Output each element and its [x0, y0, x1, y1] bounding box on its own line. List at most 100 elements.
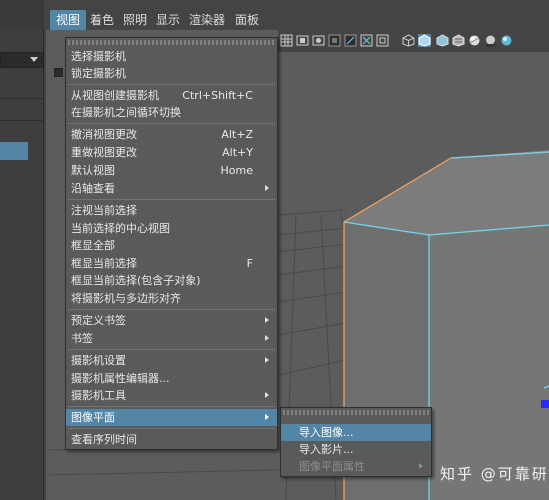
menu-item-camera-tools[interactable]: 摄影机工具 [66, 387, 277, 404]
menu-item-default-view[interactable]: 默认视图 Home [66, 162, 277, 179]
menu-panels[interactable]: 面板 [229, 10, 265, 30]
menu-item-label: 摄影机属性编辑器... [71, 372, 170, 385]
menu-item-label: 框显全部 [71, 239, 115, 252]
menu-item-label: 撤消视图更改 [71, 128, 137, 141]
menu-item-lock-camera[interactable]: 锁定摄影机 [66, 65, 277, 82]
menu-item-label: 书签 [71, 332, 93, 345]
menu-item-label: 注视当前选择 [71, 204, 137, 217]
left-panel-header [0, 0, 44, 30]
menu-separator [68, 406, 275, 407]
menu-renderer[interactable]: 渲染器 [183, 10, 231, 30]
menu-item-label: 查看序列时间 [71, 433, 137, 446]
shortcut-label: Alt+Z [221, 128, 253, 141]
menu-show[interactable]: 显示 [150, 10, 186, 30]
menu-item-view-along-axis[interactable]: 沿轴查看 [66, 180, 277, 197]
menu-item-align-camera-to-polygon[interactable]: 将摄影机与多边形对齐 [66, 290, 277, 307]
menu-item-view-sequence-time[interactable]: 查看序列时间 [66, 431, 277, 448]
menu-shading[interactable]: 着色 [84, 10, 120, 30]
frame-icon[interactable] [376, 34, 389, 47]
menu-item-label: 导入影片... [299, 443, 354, 456]
menu-item-label: 图像平面属性 [299, 460, 365, 473]
shaded-wireframe-icon[interactable] [436, 34, 449, 47]
menu-item-label: 框显当前选择 [71, 257, 137, 270]
submenu-arrow-icon [265, 317, 269, 323]
submenu-arrow-icon [419, 463, 423, 469]
menu-item-create-camera-from-view[interactable]: 从视图创建摄影机 Ctrl+Shift+C [66, 87, 277, 104]
left-panel-dropdown[interactable] [0, 52, 44, 68]
menu-view[interactable]: 视图 [50, 10, 87, 30]
selected-list-item[interactable] [0, 142, 28, 160]
menu-separator [68, 84, 275, 85]
menu-lighting[interactable]: 照明 [117, 10, 153, 30]
menu-tear-off[interactable] [283, 410, 429, 415]
menu-separator [68, 309, 275, 310]
watermark: 知乎 @可靠研究 [440, 465, 549, 483]
menu-item-label: 框显当前选择(包含子对象) [71, 274, 201, 287]
menu-item-camera-settings[interactable]: 摄影机设置 [66, 352, 277, 369]
menu-tear-off[interactable] [68, 40, 275, 45]
menu-item-select-camera[interactable]: 选择摄影机 [66, 48, 277, 65]
menu-item-label: 当前选择的中心视图 [71, 222, 170, 235]
menu-item-import-movie[interactable]: 导入影片... [281, 441, 431, 458]
chevron-down-icon [30, 57, 38, 62]
isolate-select-icon[interactable] [360, 34, 373, 47]
menu-item-frame-all[interactable]: 框显全部 [66, 237, 277, 254]
menu-item-label: 导入图像... [299, 426, 354, 439]
menu-item-label: 选择摄影机 [71, 50, 126, 63]
menu-item-import-image[interactable]: 导入图像... [281, 424, 431, 441]
view-menu: 选择摄影机 锁定摄影机 从视图创建摄影机 Ctrl+Shift+C 在摄影机之间循… [65, 37, 278, 450]
menu-item-label: 摄影机设置 [71, 354, 126, 367]
wireframe-cube-icon[interactable] [402, 34, 415, 47]
menu-item-label: 沿轴查看 [71, 182, 115, 195]
menu-item-camera-attribute-editor[interactable]: 摄影机属性编辑器... [66, 370, 277, 387]
menu-item-image-plane-attributes: 图像平面属性 [281, 458, 431, 475]
menu-item-cycle-cameras[interactable]: 在摄影机之间循环切换 [66, 104, 277, 121]
ambient-occlusion-icon[interactable] [500, 34, 513, 47]
checkbox-marker [54, 68, 63, 77]
submenu-arrow-icon [265, 414, 269, 420]
lighting-icon[interactable] [468, 34, 481, 47]
divider [0, 120, 44, 121]
menu-item-label: 将摄影机与多边形对齐 [71, 292, 181, 305]
menu-item-predefined-bookmarks[interactable]: 预定义书签 [66, 312, 277, 329]
textured-icon[interactable] [452, 34, 465, 47]
menu-item-bookmarks[interactable]: 书签 [66, 330, 277, 347]
menu-item-label: 图像平面 [71, 411, 115, 424]
menu-item-frame-selection-with-children[interactable]: 框显当前选择(包含子对象) [66, 272, 277, 289]
shortcut-label: Ctrl+Shift+C [182, 89, 253, 102]
menu-item-look-at-selection[interactable]: 注视当前选择 [66, 202, 277, 219]
menu-item-frame-selection[interactable]: 框显当前选择 F [66, 255, 277, 272]
shortcut-label: Alt+Y [222, 146, 253, 159]
menu-separator [68, 123, 275, 124]
menu-separator [68, 199, 275, 200]
divider [0, 98, 44, 99]
menu-item-redo-view-change[interactable]: 重做视图更改 Alt+Y [66, 144, 277, 161]
viewport-menubar: 视图 着色 照明 显示 渲染器 面板 [46, 10, 549, 30]
submenu-arrow-icon [265, 185, 269, 191]
menu-item-label: 锁定摄影机 [71, 67, 126, 80]
grid-icon[interactable] [280, 34, 293, 47]
menu-item-image-plane[interactable]: 图像平面 [66, 409, 277, 426]
menu-separator [68, 349, 275, 350]
menu-item-label: 从视图创建摄影机 [71, 89, 159, 102]
resolution-gate-icon[interactable] [312, 34, 325, 47]
smooth-shade-cube-icon[interactable] [418, 34, 431, 47]
shortcut-label: Home [220, 164, 253, 177]
menu-item-label: 预定义书签 [71, 314, 126, 327]
menu-separator [68, 428, 275, 429]
submenu-arrow-icon [265, 335, 269, 341]
shadows-icon[interactable] [484, 34, 497, 47]
menu-item-label: 默认视图 [71, 164, 115, 177]
left-editor-panel [0, 0, 44, 500]
image-plane-submenu: 导入图像... 导入影片... 图像平面属性 [280, 407, 432, 477]
safe-action-icon[interactable] [328, 34, 341, 47]
menu-item-center-view-of-selection[interactable]: 当前选择的中心视图 [66, 220, 277, 237]
submenu-arrow-icon [265, 392, 269, 398]
menu-item-label: 在摄影机之间循环切换 [71, 106, 181, 119]
menu-item-label: 摄影机工具 [71, 389, 126, 402]
viewport-toolbar [278, 30, 549, 52]
camera-lock-icon[interactable] [344, 34, 357, 47]
shortcut-label: F [246, 257, 253, 270]
menu-item-undo-view-change[interactable]: 撤消视图更改 Alt+Z [66, 126, 277, 143]
film-gate-icon[interactable] [296, 34, 309, 47]
